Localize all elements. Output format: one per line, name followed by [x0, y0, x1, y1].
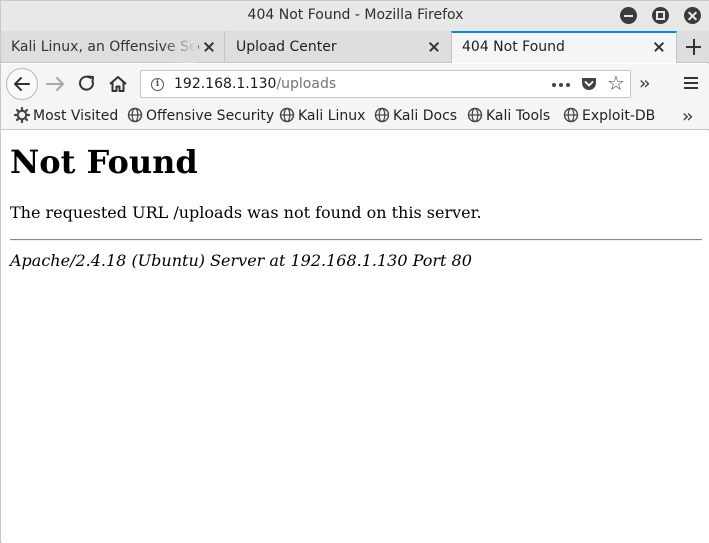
globe-icon	[127, 107, 143, 123]
back-button[interactable]	[6, 68, 38, 100]
arrow-right-icon	[46, 77, 64, 91]
reload-icon	[79, 75, 95, 91]
server-signature: Apache/2.4.18 (Ubuntu) Server at 192.168…	[10, 251, 472, 270]
bookmark-exploit-db[interactable]: Exploit-DB	[563, 107, 655, 127]
page-heading: Not Found	[10, 143, 198, 181]
url-path: /uploads	[276, 76, 337, 92]
tab-upload-center[interactable]: Upload Center	[226, 31, 451, 63]
bookmark-label: Most Visited	[33, 108, 119, 124]
url-host: 192.168.1.130	[174, 76, 277, 92]
minimize-button[interactable]	[620, 7, 637, 24]
url-bar[interactable]: i 192.168.1.130/uploads ☆	[140, 70, 631, 98]
close-window-button[interactable]	[684, 7, 701, 24]
globe-icon	[279, 107, 295, 123]
page-content: Not Found The requested URL /uploads was…	[2, 131, 709, 543]
bookmarks-overflow-icon[interactable]: ››	[682, 106, 694, 127]
bookmark-kali-tools[interactable]: Kali Tools	[467, 107, 550, 127]
globe-icon	[374, 107, 390, 123]
window-title: 404 Not Found - Mozilla Firefox	[247, 7, 464, 23]
divider	[10, 239, 702, 241]
tab-strip: Kali Linux, an Offensive Security Upload…	[1, 31, 709, 63]
bookmark-offensive-security[interactable]: Offensive Security	[127, 107, 274, 127]
close-tab-icon[interactable]	[203, 41, 215, 53]
page-actions-menu-icon[interactable]	[552, 83, 570, 87]
overflow-menu-icon[interactable]: ››	[639, 74, 651, 94]
gear-icon	[14, 107, 30, 123]
pocket-icon[interactable]	[581, 77, 597, 92]
bookmark-label: Exploit-DB	[582, 108, 656, 124]
bookmark-label: Kali Tools	[486, 108, 551, 124]
bookmark-kali-docs[interactable]: Kali Docs	[374, 107, 457, 127]
tab-404-not-found[interactable]: 404 Not Found	[451, 31, 677, 63]
tab-label: 404 Not Found	[462, 39, 565, 55]
close-tab-icon[interactable]	[653, 41, 665, 53]
navigation-toolbar: i 192.168.1.130/uploads ☆ ››	[1, 64, 709, 104]
new-tab-button[interactable]	[677, 31, 709, 63]
tab-kali-linux[interactable]: Kali Linux, an Offensive Security	[1, 31, 225, 63]
reload-button[interactable]	[71, 68, 103, 100]
bookmark-most-visited[interactable]: Most Visited	[14, 107, 118, 127]
bookmark-star-icon[interactable]: ☆	[607, 72, 625, 94]
tab-label: Upload Center	[236, 39, 337, 55]
error-message: The requested URL /uploads was not found…	[10, 203, 482, 222]
browser-window: 404 Not Found - Mozilla Firefox Kali Lin…	[0, 0, 709, 543]
home-icon	[109, 76, 127, 92]
forward-button[interactable]	[40, 68, 72, 100]
url-text[interactable]: 192.168.1.130/uploads	[174, 76, 336, 92]
maximize-button[interactable]	[652, 7, 669, 24]
bookmark-label: Kali Linux	[298, 108, 366, 124]
bookmark-label: Offensive Security	[146, 108, 275, 124]
close-tab-icon[interactable]	[428, 41, 440, 53]
globe-icon	[563, 107, 579, 123]
bookmark-kali-linux[interactable]: Kali Linux	[279, 107, 365, 127]
hamburger-menu-icon[interactable]	[684, 77, 698, 89]
home-button[interactable]	[102, 68, 134, 100]
bookmarks-toolbar: Most Visited Offensive Security Kali Lin…	[1, 104, 709, 130]
bookmark-label: Kali Docs	[393, 108, 458, 124]
arrow-left-icon	[14, 77, 30, 91]
info-icon[interactable]: i	[151, 78, 164, 91]
globe-icon	[467, 107, 483, 123]
title-bar: 404 Not Found - Mozilla Firefox	[1, 1, 709, 31]
